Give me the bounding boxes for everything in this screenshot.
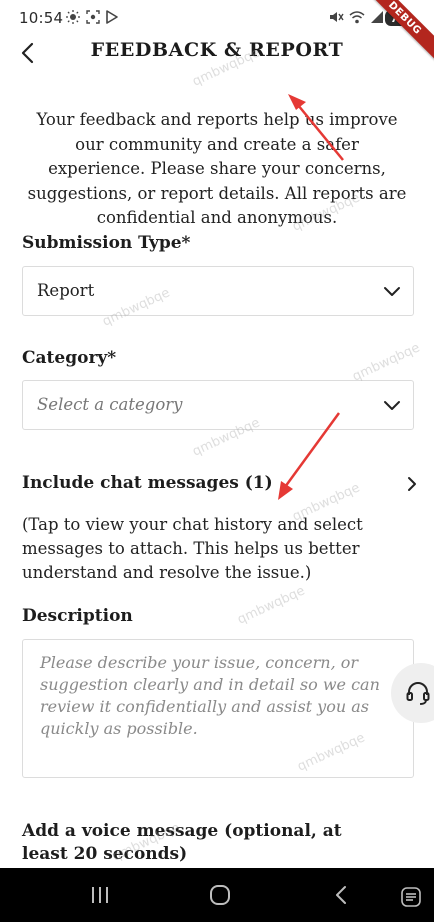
chat-messages-help-text: (Tap to view your chat history and selec… xyxy=(22,515,363,582)
intro-text: Your feedback and reports help us improv… xyxy=(27,110,407,227)
headset-icon xyxy=(406,682,430,705)
signal-icon xyxy=(371,11,383,23)
header: FEEDBACK & REPORT xyxy=(0,36,434,72)
wifi-icon xyxy=(349,11,365,24)
accessibility-button[interactable] xyxy=(400,886,422,908)
chevron-right-icon xyxy=(408,477,416,491)
mute-icon xyxy=(330,12,344,22)
watermark: qmbwqbqe xyxy=(350,340,423,385)
chevron-down-icon xyxy=(384,287,400,296)
category-placeholder: Select a category xyxy=(37,395,183,414)
screen-record-icon xyxy=(86,10,100,24)
back-triangle-icon xyxy=(336,886,346,904)
play-store-icon xyxy=(106,10,118,24)
description-textarea[interactable]: Please describe your issue, concern, or … xyxy=(22,639,414,778)
system-back-button[interactable] xyxy=(333,884,349,906)
watermark: qmbwqbqe xyxy=(235,583,308,628)
submission-type-value: Report xyxy=(37,281,95,300)
system-navigation-bar xyxy=(0,868,434,922)
status-time: 10:54 xyxy=(19,9,64,27)
accessibility-icon xyxy=(401,887,421,907)
page-title: FEEDBACK & REPORT xyxy=(90,39,344,61)
include-chat-messages-label: Include chat messages (1) xyxy=(22,473,273,493)
recent-apps-button[interactable] xyxy=(87,885,113,905)
submission-type-label: Submission Type* xyxy=(22,233,191,253)
home-icon xyxy=(210,885,230,905)
description-label: Description xyxy=(22,606,133,626)
include-chat-messages-row[interactable]: Include chat messages (1) xyxy=(22,468,420,498)
status-bar: 10:54 75 xyxy=(0,0,434,36)
category-label: Category* xyxy=(22,348,117,368)
home-button[interactable] xyxy=(208,884,232,906)
submission-type-select[interactable]: Report xyxy=(22,266,414,316)
chevron-down-icon xyxy=(384,401,400,410)
recent-apps-icon xyxy=(92,887,108,903)
category-select[interactable]: Select a category xyxy=(22,380,414,430)
brightness-icon xyxy=(66,10,80,24)
description-placeholder: Please describe your issue, concern, or … xyxy=(40,653,380,738)
voice-message-label: Add a voice message (optional, at least … xyxy=(22,821,342,864)
